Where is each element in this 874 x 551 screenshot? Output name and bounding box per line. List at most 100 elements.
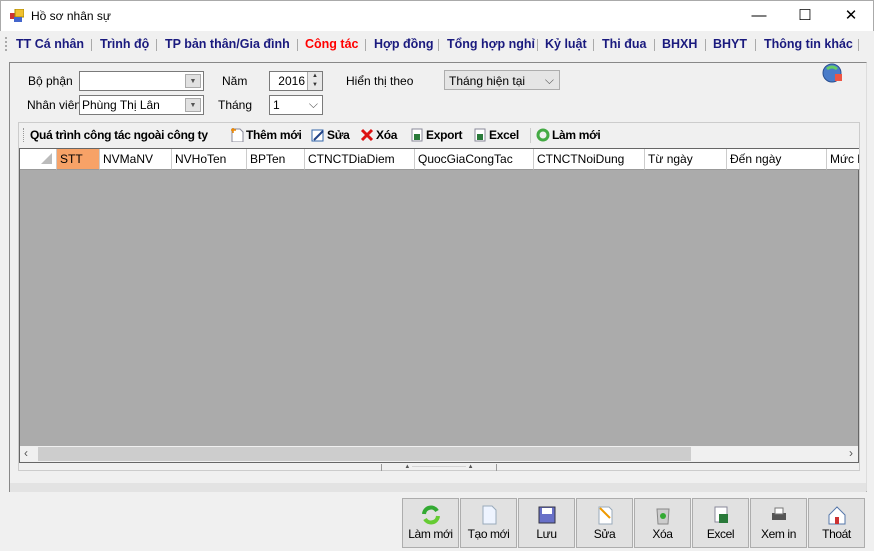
data-grid[interactable]: STT NVMaNV NVHoTen BPTen CTNCTDiaDiem QuocGia… <box>19 148 860 463</box>
title-bar: Hồ sơ nhân sự — ☐ ✕ <box>0 0 874 31</box>
scroll-left-icon[interactable]: ‹ <box>24 446 28 460</box>
nhan-vien-combo[interactable]: Phùng Thị Lân ▼ <box>79 95 204 115</box>
tab-bhyt[interactable]: BHYT <box>713 37 747 51</box>
excel-icon <box>411 128 423 142</box>
bo-phan-label: Bộ phận <box>28 74 73 88</box>
export-button[interactable]: Export <box>410 128 463 142</box>
separator <box>91 39 92 51</box>
minimize-button[interactable]: — <box>736 1 782 31</box>
dropdown-arrow-icon[interactable]: ▼ <box>185 98 201 112</box>
button-label: Lưu <box>536 527 557 541</box>
refresh-icon <box>421 505 440 525</box>
tab-trinh-do[interactable]: Trình độ <box>100 37 149 51</box>
app-icon <box>10 9 24 22</box>
grip <box>5 37 7 51</box>
maximize-button[interactable]: ☐ <box>782 1 828 31</box>
delete-button[interactable]: Xóa <box>360 128 397 142</box>
splitter-handle[interactable]: ▲ ··························· ▲ <box>381 464 497 471</box>
separator <box>530 128 531 143</box>
separator <box>365 39 366 51</box>
tab-thi-dua[interactable]: Thi đua <box>602 37 646 51</box>
window-title: Hồ sơ nhân sự <box>31 9 111 23</box>
tab-cong-tac[interactable]: Công tác <box>305 37 358 51</box>
close-button[interactable]: ✕ <box>828 1 874 31</box>
tab-ky-luat[interactable]: Kỷ luật <box>545 37 587 51</box>
xoa-button[interactable]: Xóa <box>634 498 691 548</box>
button-label: Thoát <box>822 527 851 541</box>
column-header[interactable]: NVHoTen <box>172 149 247 170</box>
excel-label: Excel <box>489 128 519 142</box>
separator <box>593 39 594 51</box>
delete-label: Xóa <box>376 128 398 142</box>
xem-in-button[interactable]: Xem in <box>750 498 807 548</box>
select-all-icon <box>41 153 52 164</box>
nam-label: Năm <box>222 74 248 88</box>
new-document-icon <box>482 505 496 525</box>
tab-tong-hop-nghi[interactable]: Tổng hợp nghỉ <box>447 37 535 51</box>
tab-tt-ca-nhan[interactable]: TT Cá nhân <box>16 37 84 51</box>
add-label: Thêm mới <box>246 128 302 142</box>
excel-button[interactable]: Excel <box>692 498 749 548</box>
column-header[interactable]: Từ ngày <box>645 149 727 170</box>
edit-button[interactable]: Sửa <box>311 128 350 142</box>
add-button[interactable]: Thêm mới <box>230 128 302 142</box>
excel-button[interactable]: Excel <box>473 128 519 142</box>
thang-combo[interactable]: 1 ⌵ <box>269 95 323 115</box>
grid-toolbar: Quá trình công tác ngoài công ty Thêm mớ… <box>19 123 859 147</box>
column-header[interactable]: STT <box>57 149 100 170</box>
export-label: Export <box>426 128 463 142</box>
tab-tp-ban-than[interactable]: TP bản thân/Gia đình <box>165 37 290 51</box>
refresh-label: Làm mới <box>552 128 601 142</box>
nhan-vien-label: Nhân viên <box>27 98 82 112</box>
separator <box>297 39 298 51</box>
button-label: Sửa <box>593 527 616 541</box>
tab-bhxh[interactable]: BHXH <box>662 37 697 51</box>
dropdown-arrow-icon[interactable]: ▼ <box>185 74 201 88</box>
tao-moi-button[interactable]: Tạo mới <box>460 498 517 548</box>
horizontal-scrollbar[interactable]: ‹ › <box>20 446 858 462</box>
separator <box>654 39 655 51</box>
column-header[interactable]: Mức l <box>827 149 860 170</box>
row-header-corner[interactable] <box>20 149 57 170</box>
sua-button[interactable]: Sửa <box>576 498 633 548</box>
luu-button[interactable]: Lưu <box>518 498 575 548</box>
edit-icon <box>311 129 324 142</box>
column-header[interactable]: QuocGiaCongTac <box>415 149 534 170</box>
edit-icon <box>598 506 612 525</box>
lam-moi-button[interactable]: Làm mới <box>402 498 459 548</box>
button-label: Xem in <box>761 527 796 541</box>
refresh-button[interactable]: Làm mới <box>536 128 601 142</box>
tab-hop-dong[interactable]: Hợp đồng <box>374 37 434 51</box>
spin-arrows-icon[interactable]: ▲ ▼ <box>307 72 322 90</box>
globe-icon[interactable] <box>822 62 844 83</box>
scroll-right-icon[interactable]: › <box>849 446 853 460</box>
scrollbar-thumb[interactable] <box>38 447 691 461</box>
edit-label: Sửa <box>327 128 350 142</box>
recycle-bin-icon <box>655 508 670 525</box>
printer-icon <box>771 507 786 520</box>
bo-phan-combo[interactable]: ▼ <box>79 71 204 91</box>
save-icon <box>538 506 555 524</box>
column-header[interactable]: NVMaNV <box>100 149 172 170</box>
nhan-vien-value: Phùng Thị Lân <box>82 98 160 112</box>
column-header[interactable]: CTNCTDiaDiem <box>305 149 415 170</box>
column-header[interactable]: BPTen <box>247 149 305 170</box>
nam-spinner[interactable]: 2016 ▲ ▼ <box>269 71 323 91</box>
button-label: Excel <box>706 527 735 541</box>
column-header[interactable]: CTNCTNoiDung <box>534 149 645 170</box>
excel-icon <box>474 128 486 142</box>
separator <box>755 39 756 51</box>
tab-thong-tin-khac[interactable]: Thông tin khác <box>764 37 853 51</box>
hien-thi-label: Hiển thị theo <box>346 74 414 88</box>
hien-thi-value: Tháng hiện tại <box>449 74 526 88</box>
hien-thi-combo[interactable]: Tháng hiện tại ⌵ <box>444 70 560 90</box>
thoat-button[interactable]: Thoát <box>808 498 865 548</box>
chevron-down-icon: ⌵ <box>544 73 554 87</box>
delete-x-icon <box>360 128 374 142</box>
thang-value: 1 <box>273 98 280 112</box>
grip <box>23 128 24 142</box>
home-icon <box>828 506 845 525</box>
refresh-icon <box>536 128 550 142</box>
column-header[interactable]: Đến ngày <box>727 149 827 170</box>
separator <box>858 39 859 51</box>
